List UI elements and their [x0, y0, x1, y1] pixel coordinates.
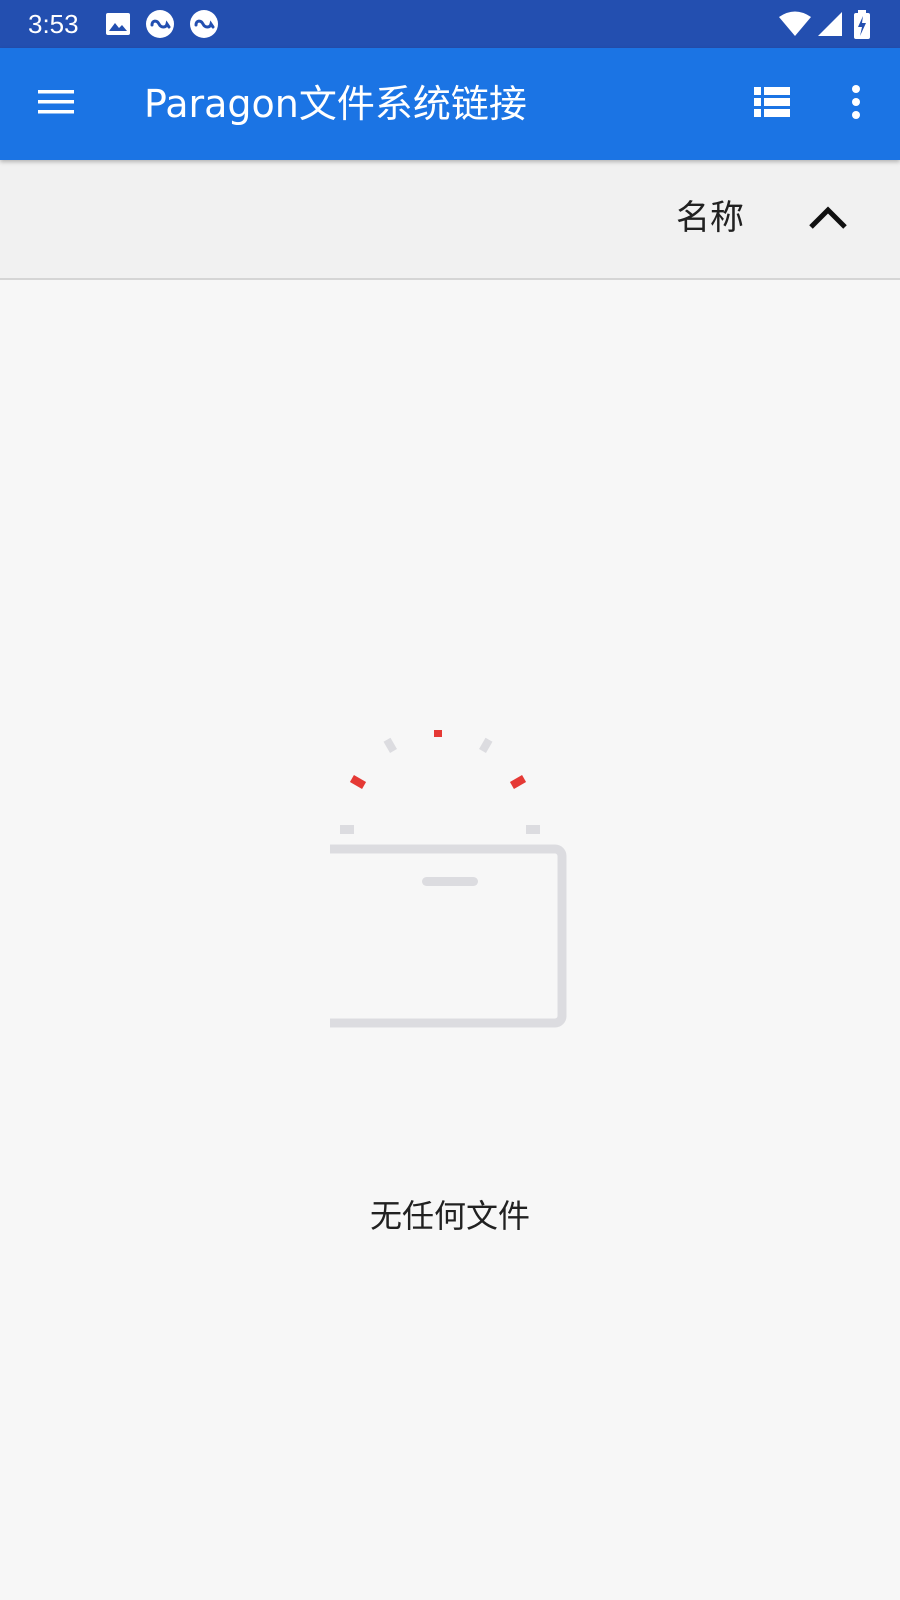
sort-direction-button[interactable] [796, 188, 860, 252]
sort-by-name-label[interactable]: 名称 [676, 196, 744, 240]
file-list-area: 无任何文件 [0, 280, 900, 1600]
app-title: Paragon文件系统链接 [144, 82, 527, 126]
menu-button[interactable] [24, 72, 88, 136]
empty-folder-icon [317, 723, 570, 1040]
status-time: 3:53 [28, 9, 79, 39]
sort-bar: 名称 [0, 160, 900, 280]
wifi-icon [778, 10, 812, 38]
battery-charging-icon [852, 10, 872, 39]
list-view-icon [754, 87, 790, 121]
image-icon [104, 10, 132, 38]
link-circle-icon [146, 10, 174, 38]
more-vert-icon [850, 84, 862, 124]
empty-message: 无任何文件 [369, 1197, 530, 1235]
app-bar: Paragon文件系统链接 [0, 48, 900, 160]
status-bar: 3:53 [0, 0, 900, 48]
cell-signal-icon [816, 10, 844, 38]
overflow-menu-button[interactable] [824, 72, 888, 136]
link-circle-icon [190, 10, 218, 38]
hamburger-menu-icon [36, 86, 76, 122]
list-view-button[interactable] [740, 72, 804, 136]
chevron-up-icon [808, 205, 848, 235]
